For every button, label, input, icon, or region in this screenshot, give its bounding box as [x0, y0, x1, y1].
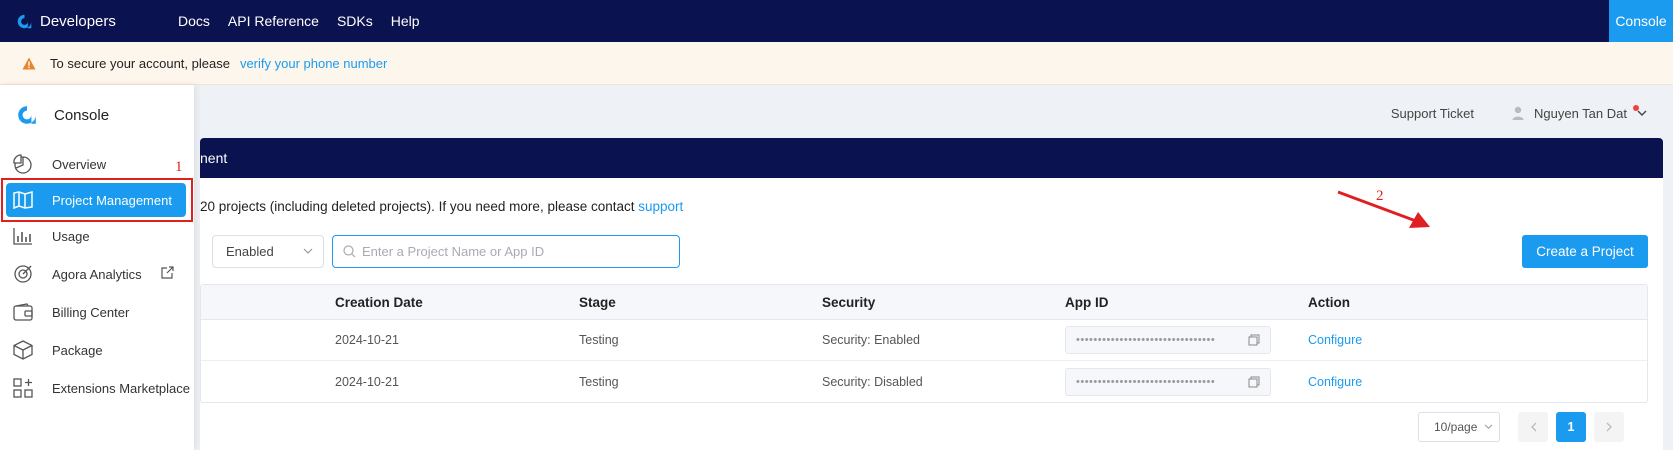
copy-icon[interactable]	[1248, 376, 1260, 388]
status-filter-select[interactable]: Enabled	[212, 235, 324, 268]
card-title: nent	[200, 150, 228, 166]
page-size-value: 10/page	[1434, 420, 1478, 434]
sidebar-item-billing-center[interactable]: Billing Center	[0, 293, 194, 331]
user-name: Nguyen Tan Dat	[1534, 105, 1627, 121]
app-id-field: ••••••••••••••••••••••••••••••••	[1065, 326, 1271, 354]
sidebar-item-package[interactable]: Package	[0, 331, 194, 369]
sidebar-item-label: Billing Center	[52, 304, 130, 320]
app-id-masked: ••••••••••••••••••••••••••••••••	[1076, 334, 1216, 346]
header-creation-date: Creation Date	[335, 294, 423, 310]
project-limit-notice: 20 projects (including deleted projects)…	[200, 199, 683, 214]
sidebar-item-label: Extensions Marketplace	[52, 380, 191, 396]
project-management-card: nent 20 projects (including deleted proj…	[200, 138, 1663, 450]
sidebar-title: Console	[54, 106, 110, 124]
header-stage: Stage	[579, 294, 616, 310]
page-size-select[interactable]: 10/page	[1418, 412, 1500, 442]
status-filter-value: Enabled	[226, 244, 274, 259]
card-header: nent	[200, 138, 1663, 178]
next-page-button[interactable]	[1594, 412, 1624, 442]
banner-text: To secure your account, please	[50, 55, 230, 71]
package-icon	[12, 339, 34, 361]
project-search-input[interactable]	[362, 244, 662, 259]
nav-link-docs[interactable]: Docs	[178, 13, 210, 29]
row-creation-date: 2024-10-21	[335, 374, 399, 389]
nav-link-api-reference[interactable]: API Reference	[228, 13, 319, 29]
agora-logo-icon	[17, 14, 32, 28]
header-security: Security	[822, 294, 876, 310]
chevron-right-icon	[1606, 422, 1612, 432]
notice-text: 20 projects (including deleted projects)…	[200, 199, 635, 214]
row-stage: Testing	[579, 333, 619, 347]
chevron-left-icon	[1530, 422, 1536, 432]
header-actions: Support Ticket Nguyen Tan Dat	[1391, 100, 1647, 126]
extensions-icon	[12, 377, 34, 399]
project-search[interactable]	[332, 235, 680, 268]
external-link-icon	[161, 266, 174, 279]
sidebar-item-project-management[interactable]: Project Management	[6, 183, 186, 217]
notification-dot	[1633, 104, 1639, 111]
top-navbar: Developers Docs API Reference SDKs Help …	[0, 0, 1673, 42]
configure-link[interactable]: Configure	[1308, 333, 1362, 347]
row-security: Security: Disabled	[822, 374, 923, 389]
sidebar-item-extensions-marketplace[interactable]: Extensions Marketplace	[0, 369, 194, 407]
support-link[interactable]: support	[638, 199, 683, 214]
user-menu[interactable]: Nguyen Tan Dat	[1512, 104, 1647, 121]
row-stage: Testing	[579, 374, 619, 389]
prev-page-button[interactable]	[1518, 412, 1548, 442]
sidebar-item-label: Agora Analytics	[52, 266, 142, 282]
nav-links: Docs API Reference SDKs Help	[178, 0, 420, 42]
annotation-arrow-icon	[1337, 190, 1430, 228]
brand[interactable]: Developers	[16, 0, 116, 42]
row-creation-date: 2024-10-21	[335, 333, 399, 347]
pie-chart-icon	[12, 153, 34, 175]
nav-link-help[interactable]: Help	[391, 13, 420, 29]
support-ticket-link[interactable]: Support Ticket	[1391, 106, 1474, 121]
app-id-field: ••••••••••••••••••••••••••••••••	[1065, 367, 1271, 396]
page-number-current[interactable]: 1	[1556, 412, 1586, 442]
brand-label: Developers	[40, 12, 116, 30]
sidebar-item-overview[interactable]: Overview	[0, 145, 194, 183]
verify-phone-link[interactable]: verify your phone number	[240, 56, 387, 71]
header-action: Action	[1308, 294, 1350, 310]
user-avatar-icon	[1512, 106, 1524, 120]
table-row: 2024-10-21 Testing Security: Enabled •••…	[201, 320, 1647, 361]
projects-table: Creation Date Stage Security App ID Acti…	[200, 284, 1648, 403]
app-id-masked: ••••••••••••••••••••••••••••••••	[1076, 375, 1216, 388]
sidebar-item-usage[interactable]: Usage	[0, 217, 194, 255]
create-project-button[interactable]: Create a Project	[1522, 235, 1648, 268]
table-row: 2024-10-21 Testing Security: Disabled ••…	[201, 361, 1647, 402]
console-button[interactable]: Console	[1609, 0, 1673, 42]
warning-icon	[22, 57, 36, 69]
sidebar-header: Console	[0, 93, 109, 138]
chevron-down-icon	[303, 248, 313, 254]
sidebar-item-label: Package	[52, 342, 103, 358]
chevron-down-icon	[1637, 110, 1647, 116]
agora-logo-icon	[18, 106, 36, 124]
header-app-id: App ID	[1065, 294, 1109, 310]
search-icon	[343, 245, 356, 258]
sidebar-item-label: Project Management	[52, 192, 172, 208]
sidebar-item-agora-analytics[interactable]: Agora Analytics	[0, 255, 194, 293]
wallet-icon	[12, 301, 34, 323]
console-sidebar: Console Overview Project Management Usag…	[0, 85, 194, 450]
configure-link[interactable]: Configure	[1308, 375, 1362, 389]
analytics-icon	[12, 263, 34, 285]
table-header: Creation Date Stage Security App ID Acti…	[201, 285, 1647, 320]
bar-chart-icon	[12, 225, 34, 247]
row-security: Security: Enabled	[822, 333, 920, 347]
sidebar-item-label: Usage	[52, 228, 90, 244]
nav-link-sdks[interactable]: SDKs	[337, 13, 373, 29]
map-icon	[12, 189, 34, 211]
annotation-label-1: 1	[175, 159, 183, 175]
security-banner: To secure your account, please verify yo…	[0, 42, 1673, 85]
sidebar-item-label: Overview	[52, 156, 107, 172]
chevron-down-icon	[1484, 424, 1493, 430]
pagination: 10/page 1	[1418, 412, 1624, 442]
copy-icon[interactable]	[1248, 334, 1260, 346]
